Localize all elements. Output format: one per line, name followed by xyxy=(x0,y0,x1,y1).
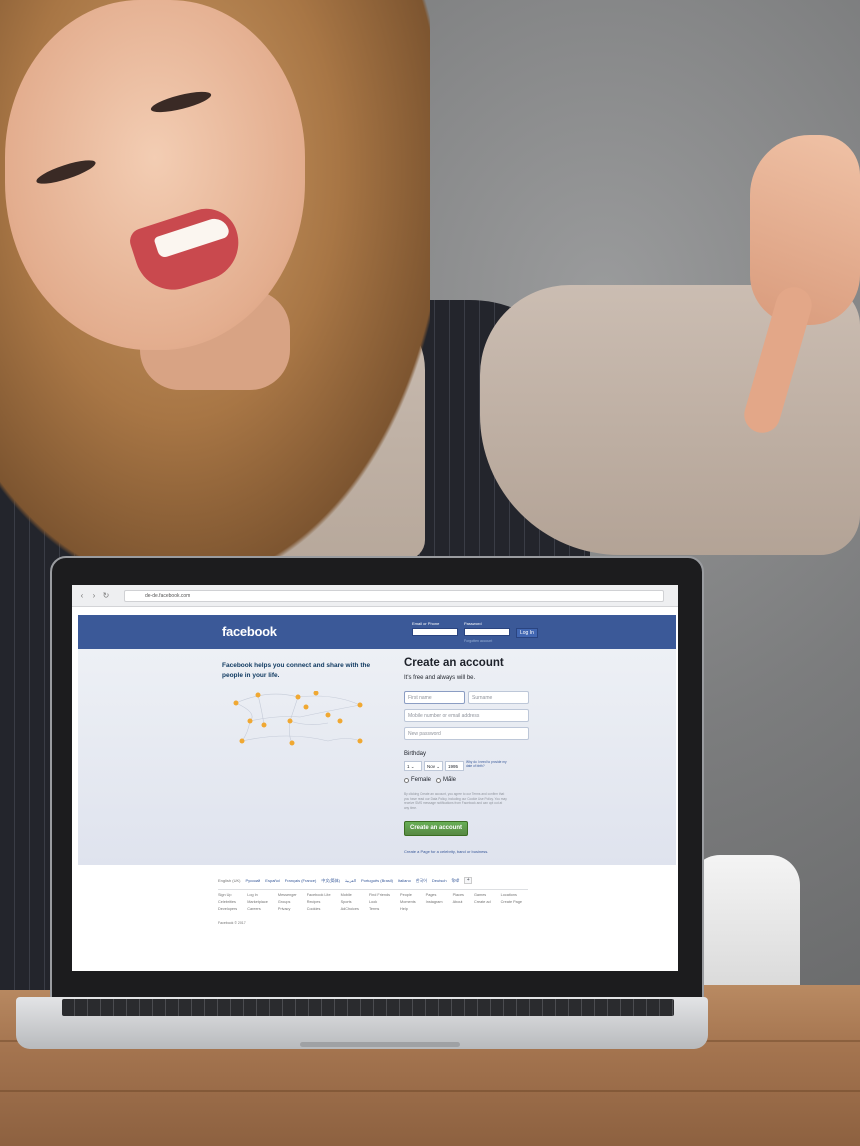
email-label: Email or Phone xyxy=(412,621,440,626)
language-link[interactable]: Español xyxy=(265,878,279,883)
address-bar[interactable]: de-de.facebook.com xyxy=(124,589,664,602)
why-birthday-link[interactable]: Why do I need to provide my date of birt… xyxy=(466,760,512,768)
login-email-input[interactable] xyxy=(412,628,458,636)
footer-divider xyxy=(218,889,528,890)
language-link[interactable]: 中文(简体) xyxy=(321,878,340,884)
footer-link[interactable]: Create Page xyxy=(501,900,522,904)
footer-link[interactable]: Sign Up xyxy=(218,893,237,897)
world-network-illustration xyxy=(233,691,363,746)
forgot-account-link[interactable]: Forgotten account xyxy=(464,639,492,643)
footer-link[interactable]: Recipes xyxy=(307,900,331,904)
footer-link[interactable]: Places xyxy=(453,893,464,897)
surname-input[interactable]: Surname xyxy=(468,691,529,704)
language-link[interactable]: Français (France) xyxy=(285,878,317,883)
birthday-day-value: 1 xyxy=(407,764,410,769)
signup-subtitle: It's free and always will be. xyxy=(404,675,476,681)
person-face xyxy=(5,0,305,350)
language-link[interactable]: हिन्दी xyxy=(452,878,460,884)
male-label: Male xyxy=(443,777,457,783)
footer-link[interactable]: Cookies xyxy=(307,907,331,911)
laptop-lip xyxy=(300,1042,460,1047)
browser-toolbar: ‹ › ↻ de-de.facebook.com xyxy=(72,585,678,607)
terms-text: By clicking Create an account, you agree… xyxy=(404,792,507,810)
new-password-input[interactable]: New password xyxy=(404,727,529,740)
footer-link[interactable]: Create ad xyxy=(474,900,491,904)
password-label: Password xyxy=(464,621,482,626)
forward-arrow-icon[interactable]: › xyxy=(90,591,98,600)
footer-link[interactable]: Celebrities xyxy=(218,900,237,904)
birthday-month-select[interactable]: Nov ⌄ xyxy=(424,761,443,771)
footer-links: Sign Up Log In Messenger Facebook Lite M… xyxy=(218,893,522,911)
fb-header: facebook Email or Phone Password Log In … xyxy=(78,615,676,649)
language-current: English (UK) xyxy=(218,878,241,883)
language-link[interactable]: Deutsch xyxy=(432,878,447,883)
footer-link[interactable]: Help xyxy=(400,907,416,911)
footer-link[interactable]: Pages xyxy=(426,893,443,897)
footer-link[interactable]: People xyxy=(400,893,416,897)
footer-link[interactable]: Find Friends xyxy=(369,893,390,897)
fb-footer: English (UK) Русский Español Français (F… xyxy=(78,865,676,971)
laptop-keyboard xyxy=(62,999,674,1016)
footer-link[interactable]: Look xyxy=(369,900,390,904)
gender-male-option[interactable]: Male xyxy=(436,777,456,783)
facebook-logo[interactable]: facebook xyxy=(222,624,277,639)
footer-link[interactable]: Locations xyxy=(501,893,522,897)
desk-grain xyxy=(0,1090,860,1092)
footer-link[interactable]: Sports xyxy=(341,900,359,904)
footer-link[interactable]: Moments xyxy=(400,900,416,904)
footer-link[interactable]: Careers xyxy=(247,907,268,911)
footer-link[interactable]: Terms xyxy=(369,907,390,911)
birthday-label: Birthday xyxy=(404,751,427,757)
fb-main: Facebook helps you connect and share wit… xyxy=(78,649,676,865)
login-button[interactable]: Log In xyxy=(516,628,538,638)
chair xyxy=(690,855,800,995)
footer-link[interactable]: Groups xyxy=(278,900,297,904)
footer-link[interactable]: Facebook Lite xyxy=(307,893,331,897)
signup-title: Create an account xyxy=(404,657,504,669)
gender-female-option[interactable]: Female xyxy=(404,777,431,783)
birthday-year-value: 1995 xyxy=(448,764,459,769)
language-link[interactable]: Italiano xyxy=(398,878,411,883)
birthday-day-select[interactable]: 1 ⌄ xyxy=(404,761,422,771)
create-page-link[interactable]: Create a Page for a celebrity, band or b… xyxy=(404,849,488,854)
language-link[interactable]: العربية xyxy=(345,878,356,883)
language-list: English (UK) Русский Español Français (F… xyxy=(218,877,473,884)
footer-link[interactable]: Privacy xyxy=(278,907,297,911)
first-name-input[interactable]: First name xyxy=(404,691,465,704)
footer-link[interactable]: Messenger xyxy=(278,893,297,897)
footer-link[interactable]: AdChoices xyxy=(341,907,359,911)
footer-link[interactable]: Mobile xyxy=(341,893,359,897)
footer-link[interactable]: About xyxy=(453,900,464,904)
laptop-screen: ‹ › ↻ de-de.facebook.com facebook Email … xyxy=(72,585,678,971)
male-radio[interactable] xyxy=(436,777,441,783)
login-password-input[interactable] xyxy=(464,628,510,636)
female-label: Female xyxy=(411,777,432,783)
add-language-icon[interactable]: + xyxy=(464,877,473,884)
person-eye xyxy=(34,155,98,189)
footer-link[interactable]: Games xyxy=(474,893,491,897)
tagline: Facebook helps you connect and share wit… xyxy=(222,662,371,679)
person-eye xyxy=(149,87,213,117)
footer-link[interactable]: Log In xyxy=(247,893,268,897)
create-account-button[interactable]: Create an account xyxy=(404,821,468,836)
copyright: Facebook © 2017 xyxy=(218,921,246,925)
language-link[interactable]: Português (Brasil) xyxy=(361,878,393,883)
language-link[interactable]: 한국어 xyxy=(416,878,427,884)
footer-link[interactable]: Instagram xyxy=(426,900,443,904)
mobile-or-email-input[interactable]: Mobile number or email address xyxy=(404,709,529,722)
back-arrow-icon[interactable]: ‹ xyxy=(78,591,86,600)
footer-link[interactable]: Developers xyxy=(218,907,237,911)
language-link[interactable]: Русский xyxy=(245,878,260,883)
female-radio[interactable] xyxy=(404,777,409,783)
birthday-month-value: Nov xyxy=(427,764,436,769)
footer-link[interactable]: Marketplace xyxy=(247,900,268,904)
birthday-year-select[interactable]: 1995 ⌄ xyxy=(445,761,464,778)
reload-icon[interactable]: ↻ xyxy=(102,591,110,600)
